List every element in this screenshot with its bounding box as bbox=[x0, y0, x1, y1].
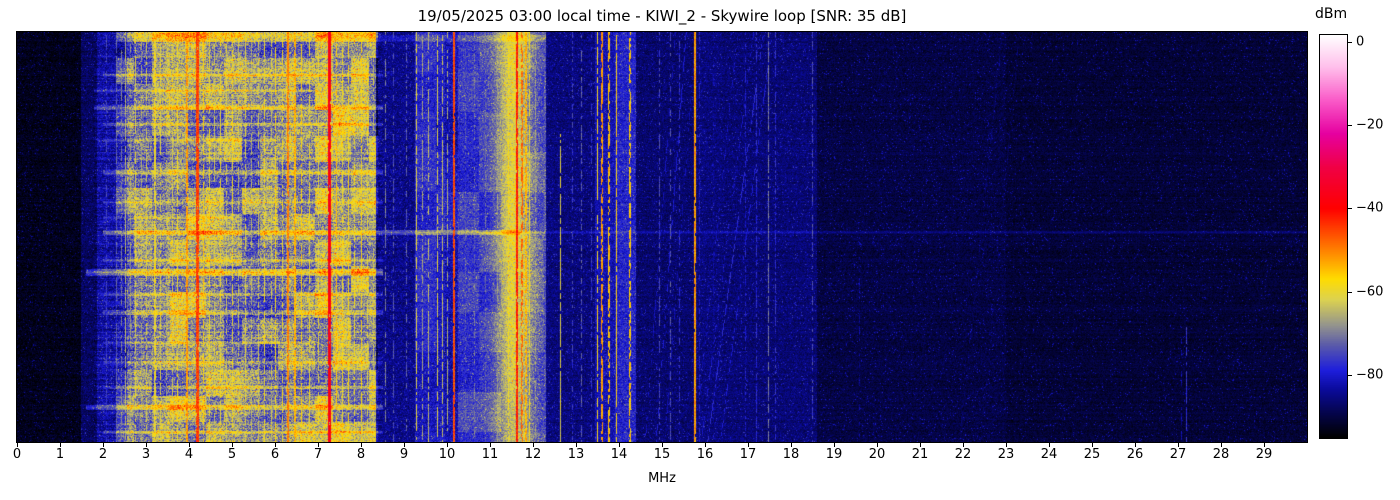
x-tick-label: 15 bbox=[654, 447, 671, 462]
x-tick-label: 23 bbox=[998, 447, 1015, 462]
x-tick-label: 12 bbox=[525, 447, 542, 462]
x-tick-label: 28 bbox=[1213, 447, 1230, 462]
x-tick-label: 7 bbox=[314, 447, 322, 462]
colorbar-tick-label: −60 bbox=[1356, 284, 1383, 299]
colorbar bbox=[1319, 34, 1348, 439]
colorbar-unit-label: dBm bbox=[1315, 6, 1347, 22]
x-axis-label: MHz bbox=[17, 471, 1307, 486]
x-tick-label: 13 bbox=[568, 447, 585, 462]
spectrogram-figure: 19/05/2025 03:00 local time - KIWI_2 - S… bbox=[0, 0, 1400, 500]
colorbar-tick-label: −80 bbox=[1356, 367, 1383, 382]
x-tick-label: 19 bbox=[826, 447, 843, 462]
colorbar-tick-mark bbox=[1348, 375, 1352, 376]
x-tick-label: 11 bbox=[482, 447, 499, 462]
x-tick-label: 5 bbox=[228, 447, 236, 462]
x-tick-label: 14 bbox=[611, 447, 628, 462]
x-tick-label: 24 bbox=[1041, 447, 1058, 462]
colorbar-tick-label: 0 bbox=[1356, 35, 1364, 50]
x-tick-label: 20 bbox=[869, 447, 886, 462]
x-tick-label: 1 bbox=[56, 447, 64, 462]
x-tick-label: 27 bbox=[1170, 447, 1187, 462]
x-tick-label: 0 bbox=[13, 447, 21, 462]
x-tick-label: 16 bbox=[697, 447, 714, 462]
colorbar-tick-mark bbox=[1348, 42, 1352, 43]
x-tick-label: 18 bbox=[783, 447, 800, 462]
x-tick-label: 22 bbox=[955, 447, 972, 462]
x-tick-label: 9 bbox=[400, 447, 408, 462]
x-tick-label: 6 bbox=[271, 447, 279, 462]
x-tick-label: 10 bbox=[439, 447, 456, 462]
x-tick-label: 21 bbox=[912, 447, 929, 462]
colorbar-gradient-canvas bbox=[1320, 35, 1347, 438]
x-tick-label: 17 bbox=[740, 447, 757, 462]
x-tick-label: 26 bbox=[1127, 447, 1144, 462]
x-tick-label: 8 bbox=[357, 447, 365, 462]
x-tick-label: 25 bbox=[1084, 447, 1101, 462]
colorbar-tick-mark bbox=[1348, 292, 1352, 293]
x-tick-label: 2 bbox=[99, 447, 107, 462]
colorbar-tick-label: −20 bbox=[1356, 118, 1383, 133]
x-tick-label: 3 bbox=[142, 447, 150, 462]
waterfall-heatmap-canvas bbox=[17, 32, 1307, 442]
colorbar-tick-mark bbox=[1348, 208, 1352, 209]
x-tick-label: 4 bbox=[185, 447, 193, 462]
plot-area bbox=[16, 31, 1308, 443]
colorbar-tick-label: −40 bbox=[1356, 201, 1383, 216]
colorbar-tick-mark bbox=[1348, 125, 1352, 126]
chart-title: 19/05/2025 03:00 local time - KIWI_2 - S… bbox=[17, 7, 1307, 25]
x-tick-label: 29 bbox=[1256, 447, 1273, 462]
